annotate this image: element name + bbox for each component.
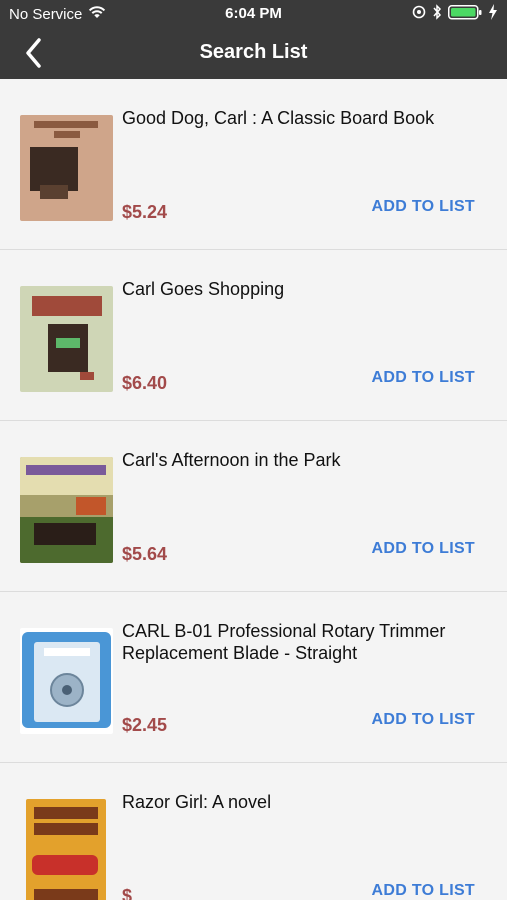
location-icon	[412, 5, 426, 23]
book-cover-image	[20, 457, 113, 563]
list-item[interactable]: Carl Goes Shopping $6.40 ADD TO LIST	[0, 250, 507, 421]
item-title: Carl's Afternoon in the Park	[122, 450, 341, 470]
battery-icon	[448, 4, 482, 24]
search-results-list: Good Dog, Carl : A Classic Board Book $5…	[0, 79, 507, 900]
list-item[interactable]: CARL B-01 Professional Rotary Trimmer Re…	[0, 592, 507, 763]
list-item[interactable]: Razor Girl: A novel $ ADD TO LIST	[0, 763, 507, 900]
add-to-list-button[interactable]: ADD TO LIST	[372, 198, 475, 216]
item-price: $5.64	[122, 544, 168, 564]
add-to-list-button[interactable]: ADD TO LIST	[372, 540, 475, 558]
charging-icon	[488, 4, 498, 24]
item-title: Razor Girl: A novel	[122, 792, 272, 812]
item-price: $	[122, 886, 133, 900]
add-to-list-button[interactable]: ADD TO LIST	[372, 369, 475, 387]
nav-bar: Search List	[0, 28, 507, 79]
add-to-list-button[interactable]: ADD TO LIST	[372, 882, 475, 900]
list-item[interactable]: Carl's Afternoon in the Park $5.64 ADD T…	[0, 421, 507, 592]
book-cover-image	[20, 115, 113, 221]
product-image	[20, 628, 113, 734]
add-to-list-button[interactable]: ADD TO LIST	[372, 711, 475, 729]
item-price: $2.45	[122, 715, 168, 735]
list-item[interactable]: Good Dog, Carl : A Classic Board Book $5…	[0, 79, 507, 250]
item-price: $6.40	[122, 373, 168, 393]
bluetooth-icon	[432, 4, 442, 24]
status-bar: No Service 6:04 PM	[0, 0, 507, 28]
book-cover-image	[20, 286, 113, 392]
item-title: Carl Goes Shopping	[122, 279, 285, 299]
status-right	[412, 4, 498, 24]
item-title: CARL B-01 Professional Rotary Trimmer Re…	[122, 621, 446, 663]
item-title: Good Dog, Carl : A Classic Board Book	[122, 108, 435, 128]
page-title: Search List	[199, 41, 308, 63]
book-cover-image	[26, 799, 106, 900]
item-price: $5.24	[122, 202, 168, 222]
